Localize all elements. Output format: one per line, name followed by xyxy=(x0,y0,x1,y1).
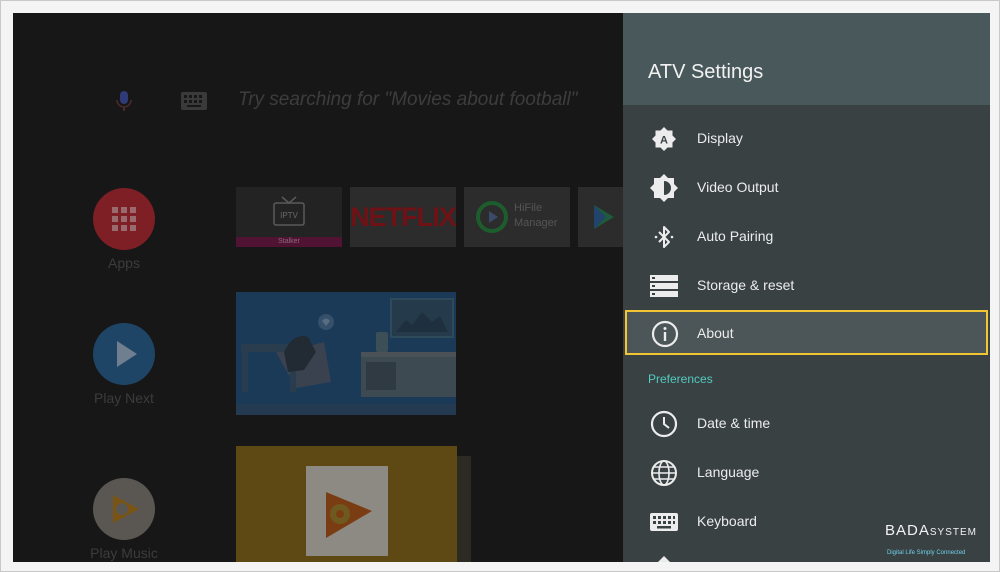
keyboard-search-icon[interactable] xyxy=(181,92,207,110)
bluetooth-icon xyxy=(654,226,674,248)
settings-item-label: Display xyxy=(697,130,743,146)
play-next-label: Play Next xyxy=(94,390,154,406)
preferences-section-header: Preferences xyxy=(648,372,713,386)
apps-label: Apps xyxy=(108,255,140,271)
tv-screen: Try searching for "Movies about football… xyxy=(13,13,990,562)
featured-illustration xyxy=(236,292,456,415)
featured-card[interactable] xyxy=(236,292,456,415)
svg-text:A: A xyxy=(660,135,668,147)
search-hint[interactable]: Try searching for "Movies about football… xyxy=(238,89,577,111)
play-store-tile[interactable] xyxy=(578,187,628,247)
settings-item-label: About xyxy=(697,325,734,341)
play-music-icon xyxy=(113,495,139,523)
brand-tagline: Digital Life Simply Connected xyxy=(887,550,966,556)
iptv-stalker-tile[interactable]: IPTV Stalker xyxy=(236,187,342,247)
hifile-label: HiFile Manager xyxy=(514,202,558,229)
settings-item-label: Video Output xyxy=(697,179,779,195)
play-music-card-art xyxy=(306,466,388,556)
settings-item-label: Keyboard xyxy=(697,513,757,529)
svg-text:IPTV: IPTV xyxy=(280,211,298,220)
settings-item-storage-reset[interactable]: Storage & reset xyxy=(623,261,990,310)
settings-item-label: Auto Pairing xyxy=(697,228,774,244)
clock-icon xyxy=(650,410,678,438)
globe-icon xyxy=(651,460,677,486)
play-music-card[interactable] xyxy=(236,446,457,562)
settings-item-label: Date & time xyxy=(697,415,771,431)
play-icon xyxy=(117,341,137,367)
settings-item-language[interactable]: Language xyxy=(623,448,990,497)
settings-item-auto-pairing[interactable]: Auto Pairing xyxy=(623,212,990,261)
iptv-caption: Stalker xyxy=(236,237,342,247)
settings-panel: ATV Settings A Display Video Output Auto… xyxy=(623,13,990,562)
play-music-logo-icon xyxy=(326,492,372,538)
settings-item-display[interactable]: A Display xyxy=(623,114,990,163)
hifile-manager-tile[interactable]: HiFile Manager xyxy=(464,187,570,247)
microphone-icon[interactable] xyxy=(113,90,135,112)
settings-item-about[interactable]: About xyxy=(625,310,988,355)
settings-item-date-time[interactable]: Date & time xyxy=(623,399,990,448)
settings-item-video-output[interactable]: Video Output xyxy=(623,163,990,212)
settings-item-label: Storage & reset xyxy=(697,277,795,293)
play-music-button[interactable] xyxy=(93,478,155,540)
settings-item-label: Language xyxy=(697,464,760,480)
settings-title: ATV Settings xyxy=(648,61,764,83)
apps-grid-icon xyxy=(112,207,136,231)
play-music-label: Play Music xyxy=(90,545,158,561)
netflix-tile[interactable]: NETFLIX xyxy=(350,187,457,247)
display-icon: A xyxy=(652,127,676,151)
storage-icon xyxy=(650,275,678,297)
settings-header: ATV Settings xyxy=(623,13,990,105)
info-icon xyxy=(651,320,679,348)
apps-button[interactable] xyxy=(93,188,155,250)
keyboard-icon xyxy=(650,513,678,531)
tv-icon: IPTV xyxy=(273,196,305,226)
hifile-logo-icon xyxy=(476,201,508,233)
brand-logo: BADASYSTEM xyxy=(885,522,977,539)
screenshot-frame: Try searching for "Movies about football… xyxy=(0,0,1000,572)
home-launcher: Try searching for "Movies about football… xyxy=(13,13,628,562)
scroll-more-indicator-icon xyxy=(658,556,670,562)
card-stack-edge xyxy=(457,456,471,562)
play-store-icon xyxy=(594,205,614,229)
brightness-icon xyxy=(650,174,678,202)
play-next-button[interactable] xyxy=(93,323,155,385)
